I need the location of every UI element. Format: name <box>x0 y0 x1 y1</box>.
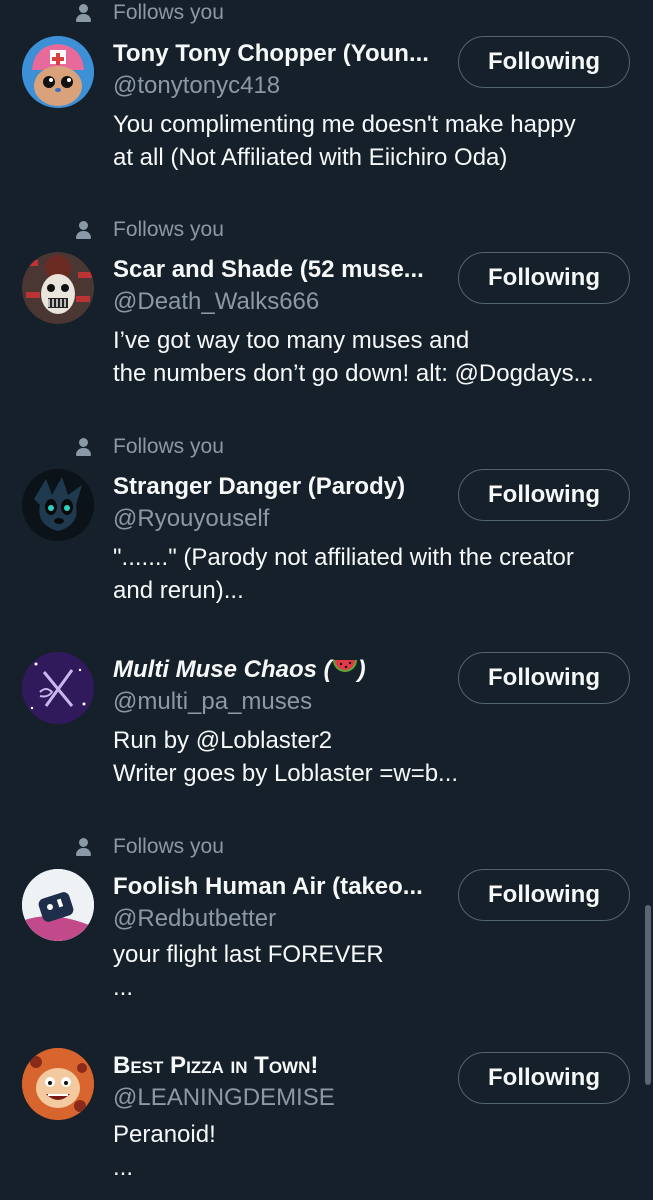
bio-line: at all (Not Affiliated with Eiichiro Oda… <box>113 144 508 171</box>
multi-muse-avatar-image <box>22 652 94 724</box>
follows-you-label: Follows you <box>113 435 224 458</box>
follows-you-label: Follows you <box>113 1 224 24</box>
following-button[interactable]: Following <box>458 869 630 921</box>
display-name[interactable]: Multi Muse Chaos () <box>113 656 366 686</box>
follows-you-indicator: Follows you <box>74 833 224 861</box>
display-name[interactable]: Stranger Danger (Parody) <box>113 473 405 501</box>
bio-line: your flight last FOREVER <box>113 941 384 968</box>
bio-line: and rerun)... <box>113 577 244 604</box>
follows-you-indicator: Follows you <box>74 216 224 244</box>
display-name[interactable]: Foolish Human Air (takeo... <box>113 873 423 901</box>
bio-line: the numbers don’t go down! alt: @Dogdays… <box>113 360 594 387</box>
display-name[interactable]: Scar and Shade (52 muse... <box>113 256 424 284</box>
following-button[interactable]: Following <box>458 252 630 304</box>
bio-line: Peranoid! <box>113 1121 216 1148</box>
display-name-text: Multi Muse Chaos ( <box>113 656 332 683</box>
pizza-avatar-image <box>22 1048 94 1120</box>
watermelon-icon <box>332 657 358 686</box>
handle[interactable]: @Ryouyouself <box>113 505 269 533</box>
avatar[interactable] <box>22 252 94 324</box>
following-button[interactable]: Following <box>458 36 630 88</box>
bio-line: You complimenting me doesn't make happy <box>113 111 576 138</box>
display-name[interactable]: Best Pizza in Town! <box>113 1052 318 1080</box>
avatar[interactable] <box>22 469 94 541</box>
foolish-human-avatar-image <box>22 869 94 941</box>
bio: Peranoid! ... <box>113 1118 633 1184</box>
display-name[interactable]: Tony Tony Chopper (Youn... <box>113 40 429 68</box>
following-button[interactable]: Following <box>458 469 630 521</box>
following-button[interactable]: Following <box>458 652 630 704</box>
avatar[interactable] <box>22 869 94 941</box>
bio: your flight last FOREVER ... <box>113 938 633 1004</box>
handle[interactable]: @tonytonyc418 <box>113 72 280 100</box>
person-icon <box>74 836 94 858</box>
avatar[interactable] <box>22 1048 94 1120</box>
scar-shade-avatar-image <box>22 252 94 324</box>
bio: I’ve got way too many muses and the numb… <box>113 324 633 390</box>
bio: Run by @Loblaster2 Writer goes by Loblas… <box>113 724 633 790</box>
bio: "......." (Parody not affiliated with th… <box>113 541 633 607</box>
display-name-suffix: ) <box>357 656 366 683</box>
handle[interactable]: @multi_pa_muses <box>113 688 312 716</box>
person-icon <box>74 436 94 458</box>
bio-line: Run by @Loblaster2 <box>113 727 333 754</box>
handle[interactable]: @LEANINGDEMISE <box>113 1084 335 1112</box>
bio-line: I’ve got way too many muses and <box>113 327 470 354</box>
bio: You complimenting me doesn't make happy … <box>113 108 633 174</box>
follows-you-indicator: Follows you <box>74 433 224 461</box>
bio-line: ... <box>113 974 134 1001</box>
chopper-avatar-image <box>22 36 94 108</box>
avatar[interactable] <box>22 36 94 108</box>
follows-you-label: Follows you <box>113 835 224 858</box>
follows-you-label: Follows you <box>113 218 224 241</box>
following-button[interactable]: Following <box>458 1052 630 1104</box>
bio-line: ... <box>113 1154 134 1181</box>
avatar[interactable] <box>22 652 94 724</box>
stranger-danger-avatar-image <box>22 469 94 541</box>
bio-line: "......." (Parody not affiliated with th… <box>113 544 574 571</box>
scrollbar[interactable] <box>645 905 651 1085</box>
bio-line: Writer goes by Loblaster =w=b... <box>113 760 459 787</box>
handle[interactable]: @Death_Walks666 <box>113 288 319 316</box>
handle[interactable]: @Redbutbetter <box>113 905 276 933</box>
follows-you-indicator: Follows you <box>74 0 224 27</box>
person-icon <box>74 219 94 241</box>
person-icon <box>74 2 94 24</box>
